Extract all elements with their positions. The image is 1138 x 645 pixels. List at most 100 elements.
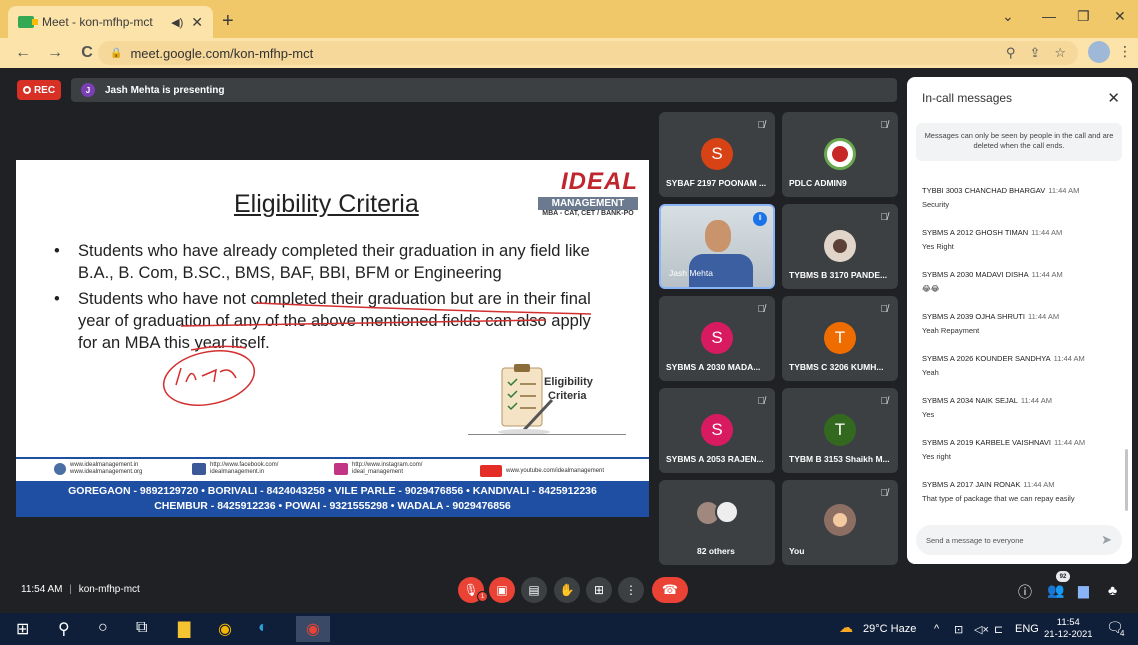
task-view-icon[interactable]: ⧉: [136, 619, 147, 637]
meeting-time: 11:54 AM: [21, 584, 63, 595]
participant-tile[interactable]: 🎙̸ S SYBMS A 2030 MADA...: [659, 296, 775, 381]
lock-icon[interactable]: 🔒: [110, 48, 122, 59]
presenter-video-tile[interactable]: ⦀ Jash Mehta: [659, 204, 775, 289]
taskbar-clock[interactable]: 11:54 21-12-2021: [1044, 617, 1093, 641]
participant-avatar: S: [701, 322, 733, 354]
message-sender: SYBMS A 2012 GHOSH TIMAN: [922, 228, 1029, 237]
camera-toggle-button[interactable]: ▣: [489, 577, 515, 603]
zoom-icon[interactable]: ⚲: [1006, 45, 1016, 61]
send-icon[interactable]: ➤: [1101, 532, 1112, 548]
search-icon[interactable]: ⚲: [58, 619, 70, 639]
mic-off-icon: 🎙̸: [880, 396, 889, 407]
captions-button[interactable]: ▤: [521, 577, 547, 603]
captions-icon: ▤: [528, 583, 540, 597]
participant-tile[interactable]: 🎙̸ T TYBM B 3153 Shaikh M...: [782, 388, 898, 473]
weather-text[interactable]: 29°C Haze: [863, 623, 916, 635]
profile-avatar[interactable]: [1088, 41, 1110, 63]
participant-tile[interactable]: 🎙̸ T TYBMS C 3206 KUMH...: [782, 296, 898, 381]
chat-message: SYBMS A 2039 OJHA SHRUTI 11:44 AM Yeah Re…: [922, 312, 1122, 335]
language-indicator[interactable]: ENG: [1015, 623, 1039, 635]
participant-tile[interactable]: 🎙̸ TYBMS B 3170 PANDE...: [782, 204, 898, 289]
leave-call-button[interactable]: ☎: [652, 577, 688, 603]
ig-link-1: http://www.instagram.com/: [352, 462, 423, 468]
present-icon: ⊞: [593, 583, 605, 597]
chat-message: SYBMS A 2012 GHOSH TIMAN 11:44 AM Yes Rig…: [922, 228, 1122, 251]
close-window-button[interactable]: ✕: [1114, 8, 1126, 25]
raise-hand-button[interactable]: ✋: [554, 577, 580, 603]
new-tab-button[interactable]: +: [222, 10, 234, 33]
others-tile[interactable]: 82 others: [659, 480, 775, 565]
branches-line-2: CHEMBUR - 8425912236 • POWAI - 932155529…: [154, 500, 511, 512]
participant-tile[interactable]: 🎙̸ S SYBAF 2197 POONAM ...: [659, 112, 775, 197]
mic-off-icon: 🎙̸: [757, 396, 766, 407]
chat-message-input[interactable]: Send a message to everyone ➤: [916, 525, 1122, 555]
participant-tile[interactable]: 🎙̸ S SYBMS A 2053 RAJEN...: [659, 388, 775, 473]
message-time: 11:44 AM: [1020, 396, 1053, 405]
minimize-button[interactable]: —: [1042, 8, 1056, 24]
people-icon[interactable]: 👥: [1047, 582, 1064, 599]
message-time: 11:44 AM: [1048, 186, 1080, 195]
message-text: Yes: [922, 410, 935, 419]
browser-menu-icon[interactable]: ⋮: [1118, 43, 1132, 60]
bookmark-star-icon[interactable]: ☆: [1054, 45, 1066, 61]
forward-arrow-icon[interactable]: →: [46, 44, 64, 62]
omnibox-actions: ⚲ ⇪ ☆: [1006, 45, 1078, 61]
fb-link-2: idealmanagement.in: [210, 469, 265, 475]
message-sender: SYBMS A 2039 OJHA SHRUTI: [922, 312, 1025, 321]
meet-favicon-icon: [18, 16, 38, 28]
browser-tab[interactable]: Meet - kon-mfhp-mct ◀) ✕: [8, 6, 213, 38]
participant-name: PDLC ADMIN9: [789, 178, 847, 188]
file-explorer-icon[interactable]: ▇: [178, 619, 190, 639]
network-icon[interactable]: ⊡: [954, 623, 963, 636]
message-text: That type of package that we can repay e…: [922, 494, 1075, 503]
present-button[interactable]: ⊞: [586, 577, 612, 603]
chat-message: SYBMS A 2030 MADAVI DISHA 11:44 AM 😂😂: [922, 270, 1122, 293]
reload-icon[interactable]: C: [78, 44, 96, 62]
address-bar-row: ← → C 🔒 meet.google.com/kon-mfhp-mct ⚲ ⇪…: [0, 38, 1138, 68]
participant-avatar: S: [701, 414, 733, 446]
more-options-button[interactable]: ⋮: [618, 577, 644, 603]
chrome-active-icon[interactable]: ◉: [296, 616, 330, 642]
tab-search-chevron-icon[interactable]: ⌄: [1002, 8, 1014, 25]
facebook-icon: [192, 463, 206, 475]
mic-off-icon: 🎙̸: [757, 304, 766, 315]
tab-close-icon[interactable]: ✕: [191, 14, 203, 31]
web-link-1: www.idealmanagement.in: [70, 462, 139, 468]
display-icon[interactable]: ⊏: [994, 623, 1003, 636]
cortana-icon[interactable]: ○: [98, 619, 108, 637]
windows-start-icon[interactable]: ⊞: [16, 619, 29, 639]
meeting-separator: |: [69, 584, 72, 595]
mic-off-icon: 🎙̸: [880, 488, 889, 499]
maximize-button[interactable]: ❐: [1077, 8, 1090, 25]
chat-scrollbar[interactable]: [1125, 449, 1128, 511]
close-icon[interactable]: ✕: [1107, 89, 1120, 107]
activities-icon[interactable]: ♣: [1108, 582, 1117, 598]
more-vertical-icon: ⋮: [625, 583, 637, 597]
message-sender: SYBMS A 2017 JAIN RONAK: [922, 480, 1021, 489]
weather-icon[interactable]: ☁: [839, 619, 853, 636]
tray-chevron-icon[interactable]: ^: [934, 623, 939, 635]
in-call-messages-panel: In-call messages ✕ Messages can only be …: [907, 77, 1132, 564]
chat-icon[interactable]: ▆: [1078, 582, 1089, 599]
ig-link-2: ideal_management: [352, 469, 404, 475]
volume-muted-icon[interactable]: ◁×: [974, 623, 989, 636]
chrome-icon[interactable]: ◉: [218, 619, 232, 639]
meeting-info: 11:54 AM | kon-mfhp-mct: [21, 584, 140, 595]
self-tile[interactable]: 🎙̸ You: [782, 480, 898, 565]
chat-message: SYBMS A 2017 JAIN RONAK 11:44 AM That typ…: [922, 480, 1122, 503]
participant-name: Jash Mehta: [669, 268, 713, 278]
participant-tile[interactable]: 🎙̸ PDLC ADMIN9: [782, 112, 898, 197]
message-time: 11:44 AM: [1053, 354, 1085, 363]
photo-face: [833, 239, 847, 253]
participant-avatar: T: [824, 414, 856, 446]
youtube-icon: [480, 465, 502, 477]
share-icon[interactable]: ⇪: [1029, 45, 1040, 61]
message-text: Yes right: [922, 452, 951, 461]
url-omnibox[interactable]: 🔒 meet.google.com/kon-mfhp-mct ⚲ ⇪ ☆: [98, 41, 1078, 65]
speaker-icon[interactable]: ◀): [171, 16, 183, 29]
edge-icon[interactable]: ◐: [258, 619, 268, 637]
back-arrow-icon[interactable]: ←: [14, 44, 32, 62]
others-count: 82 others: [697, 546, 735, 556]
meeting-details-icon[interactable]: ⓘ: [1018, 582, 1032, 602]
participant-name: SYBMS A 2030 MADA...: [666, 362, 761, 372]
